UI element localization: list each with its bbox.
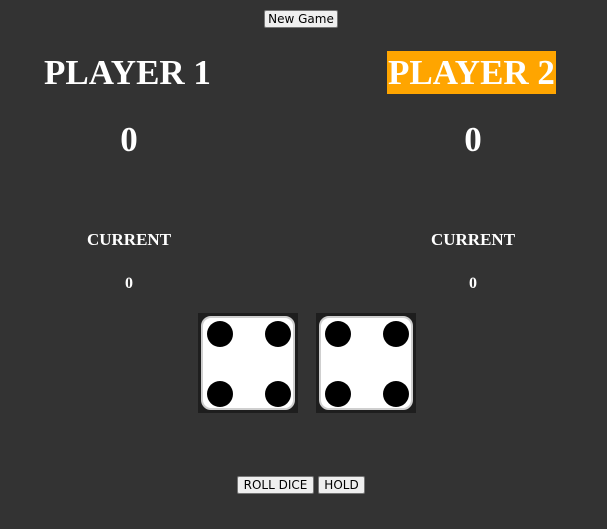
player-1-name: PLAYER 1 [44, 53, 211, 92]
die-pip [325, 321, 351, 347]
die-pip [265, 381, 291, 407]
die-pip [383, 381, 409, 407]
hold-button[interactable]: HOLD [318, 476, 365, 494]
die-1 [198, 313, 298, 413]
new-game-button[interactable]: New Game [264, 10, 338, 28]
die-pip [207, 321, 233, 347]
player-1-current-label: CURRENT [86, 230, 172, 249]
die-pip [325, 381, 351, 407]
die-face-four-icon [201, 316, 295, 410]
player-2-name: PLAYER 2 [387, 51, 556, 94]
die-pip [383, 321, 409, 347]
die-2 [316, 313, 416, 413]
player-2-score: 0 [464, 120, 482, 159]
die-face-four-icon [319, 316, 413, 410]
roll-dice-button[interactable]: ROLL DICE [237, 476, 314, 494]
die-pip [207, 381, 233, 407]
player-2-current-score: 0 [469, 275, 477, 292]
player-1-current-score: 0 [125, 275, 133, 292]
die-pip [265, 321, 291, 347]
player-1-score: 0 [120, 120, 138, 159]
game-board: New Game PLAYER 1 PLAYER 2 0 0 CURRENT C… [0, 0, 607, 529]
player-2-current-label: CURRENT [430, 230, 516, 249]
